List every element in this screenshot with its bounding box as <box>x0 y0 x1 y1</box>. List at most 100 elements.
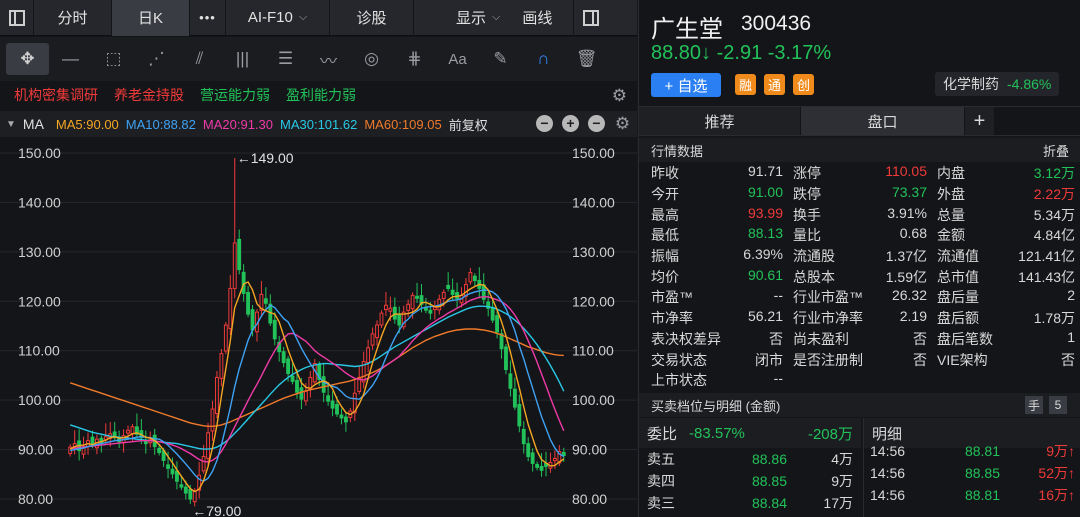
tab-timeshare[interactable]: 分时 <box>34 0 112 36</box>
ma60-line <box>69 328 564 427</box>
weibi-amount: -208万 <box>807 425 853 443</box>
fib-tool-icon[interactable]: ⋕ <box>393 43 436 75</box>
adjust-mode[interactable]: 前复权 <box>449 115 488 134</box>
market-data-cell: 量比 0.68 <box>787 225 931 245</box>
tag-item[interactable]: 营运能力弱 <box>200 85 270 105</box>
ma-label[interactable]: MA <box>23 116 44 132</box>
tab-daily-k[interactable]: 日K <box>112 0 190 36</box>
connect-badge[interactable]: 通 <box>764 74 785 95</box>
market-data-cell: 今开 91.00 <box>639 184 787 204</box>
field-value: 1.59亿 <box>885 268 927 285</box>
add-watchlist-button[interactable]: + 自选 <box>651 73 721 97</box>
field-label: 是否注册制 <box>793 351 863 368</box>
diagnose-button[interactable]: 诊股 <box>330 0 414 36</box>
kline-chart[interactable]: 150.00 150.00 140.00 140.00 130.00 130.00 120.… <box>0 137 637 517</box>
candle-body <box>326 395 331 402</box>
add-tab-icon[interactable]: + <box>965 107 995 135</box>
rectangle-tool-icon[interactable]: ⬚ <box>92 43 135 75</box>
field-value: 91.71 <box>747 163 783 180</box>
candle-body <box>210 408 215 432</box>
ask-price: 88.86 <box>751 451 787 467</box>
market-data-row: 最高 93.99 换手 3.91% 总量 5.34万 <box>639 204 1080 225</box>
horizontal-line-icon[interactable]: — <box>49 43 92 75</box>
candle-body <box>415 295 419 299</box>
market-data-cell: 盘后笔数 1 <box>931 329 1080 349</box>
fold-button[interactable]: 折叠 <box>1043 141 1069 160</box>
weibi-label: 委比 <box>647 425 678 443</box>
tag-item[interactable]: 盈利能力弱 <box>286 85 356 105</box>
more-periods-button[interactable]: ••• <box>190 0 226 36</box>
minus-icon[interactable]: − <box>536 115 553 132</box>
market-data-row: 昨收 91.71 涨停 110.05 内盘 3.12万 <box>639 163 1080 184</box>
tick-price: 88.85 <box>964 465 1000 481</box>
field-value: 121.41亿 <box>1018 248 1075 265</box>
sector-name: 化学制药 <box>943 76 999 92</box>
right-panel-toggle-icon[interactable] <box>574 0 608 36</box>
y-tick-label-left: 90.00 <box>18 442 53 458</box>
candle-body <box>192 490 197 503</box>
sector-chip[interactable]: 化学制药 -4.86% <box>935 72 1060 96</box>
gear-icon[interactable]: ⚙ <box>614 115 631 132</box>
left-panel-toggle-icon[interactable] <box>0 0 34 36</box>
fan-lines-icon[interactable]: ⋰ <box>135 43 178 75</box>
ma10-line <box>70 289 565 482</box>
eraser-icon[interactable]: ✎ <box>479 43 522 75</box>
candle-body <box>206 432 210 459</box>
channel-tool-icon[interactable]: ⫽ <box>178 43 221 75</box>
ask-price: 88.85 <box>751 473 787 489</box>
tab-spacer <box>995 107 1080 135</box>
candle-body <box>321 376 326 393</box>
candle-body <box>441 291 446 299</box>
ask-label: 卖四 <box>647 473 675 489</box>
candle-body <box>130 426 135 435</box>
market-data-cell: 最低 88.13 <box>639 225 787 245</box>
five-level-button[interactable]: 5 <box>1049 396 1067 414</box>
draw-button[interactable]: 画线 <box>522 7 552 28</box>
text-lines-icon[interactable]: ☰ <box>264 43 307 75</box>
cycle-tool-icon[interactable]: ◎ <box>350 43 393 75</box>
tick-row: 14:56 88.81 9万↑ <box>864 440 1080 462</box>
ai-f10-dropdown[interactable]: AI-F10 ⌵ <box>226 0 330 36</box>
margin-badge[interactable]: 融 <box>735 74 756 95</box>
candle-body <box>157 447 162 454</box>
market-data-row: 振幅 6.39% 流通股 1.37亿 流通值 121.41亿 <box>639 246 1080 267</box>
market-data-title: 行情数据 <box>651 143 704 159</box>
tab-order-book[interactable]: 盘口 <box>801 107 965 135</box>
plus-icon[interactable]: + <box>562 115 579 132</box>
vertical-lines-icon[interactable]: ||| <box>221 43 264 75</box>
market-data-cell: 内盘 3.12万 <box>931 163 1080 183</box>
market-data-row: 上市状态 -- <box>639 370 1080 391</box>
market-data-cell: 换手 3.91% <box>787 205 931 225</box>
chart-toolbar: 分时 日K ••• AI-F10 ⌵ 诊股 显示 ⌵ 画线 <box>0 0 637 36</box>
market-data-cell: VIE架构 否 <box>931 350 1080 370</box>
field-label: VIE架构 <box>937 351 988 368</box>
gear-icon[interactable]: ⚙ <box>612 86 627 106</box>
tag-item[interactable]: 机构密集调研 <box>14 85 98 105</box>
chinext-badge[interactable]: 创 <box>793 74 814 95</box>
collapse-triangle-icon[interactable]: ▼ <box>6 119 16 130</box>
candle-body <box>392 306 397 320</box>
magnet-icon[interactable]: ∩ <box>522 43 565 75</box>
field-value: -- <box>773 287 783 304</box>
text-tool-icon[interactable]: Aa <box>436 43 479 75</box>
tick-qty: 52万↑ <box>1038 465 1075 481</box>
candle-body <box>246 291 251 315</box>
tab-recommend[interactable]: 推荐 <box>639 107 801 135</box>
wave-tool-icon[interactable]: 〰 <box>307 43 350 75</box>
tag-item[interactable]: 养老金持股 <box>114 85 184 105</box>
candle-body <box>383 304 388 311</box>
trash-icon[interactable]: 🗑 <box>565 43 608 75</box>
tick-price: 88.81 <box>964 443 1000 459</box>
candle-body <box>263 298 268 304</box>
candle-body <box>228 287 233 330</box>
candle-body <box>179 484 184 488</box>
display-dropdown[interactable]: 显示 ⌵ 画线 <box>414 0 574 36</box>
book-title: 买卖档位与明细 (金额) <box>651 398 781 414</box>
y-tick-label-right: 140.00 <box>572 194 615 210</box>
hand-unit-button[interactable]: 手 <box>1025 396 1043 414</box>
minus-icon[interactable]: − <box>588 115 605 132</box>
y-tick-label-left: 150.00 <box>18 145 61 161</box>
candle-body <box>366 347 371 363</box>
crosshair-move-icon[interactable]: ✥ <box>6 43 49 75</box>
field-value: 2.22万 <box>1033 186 1075 203</box>
